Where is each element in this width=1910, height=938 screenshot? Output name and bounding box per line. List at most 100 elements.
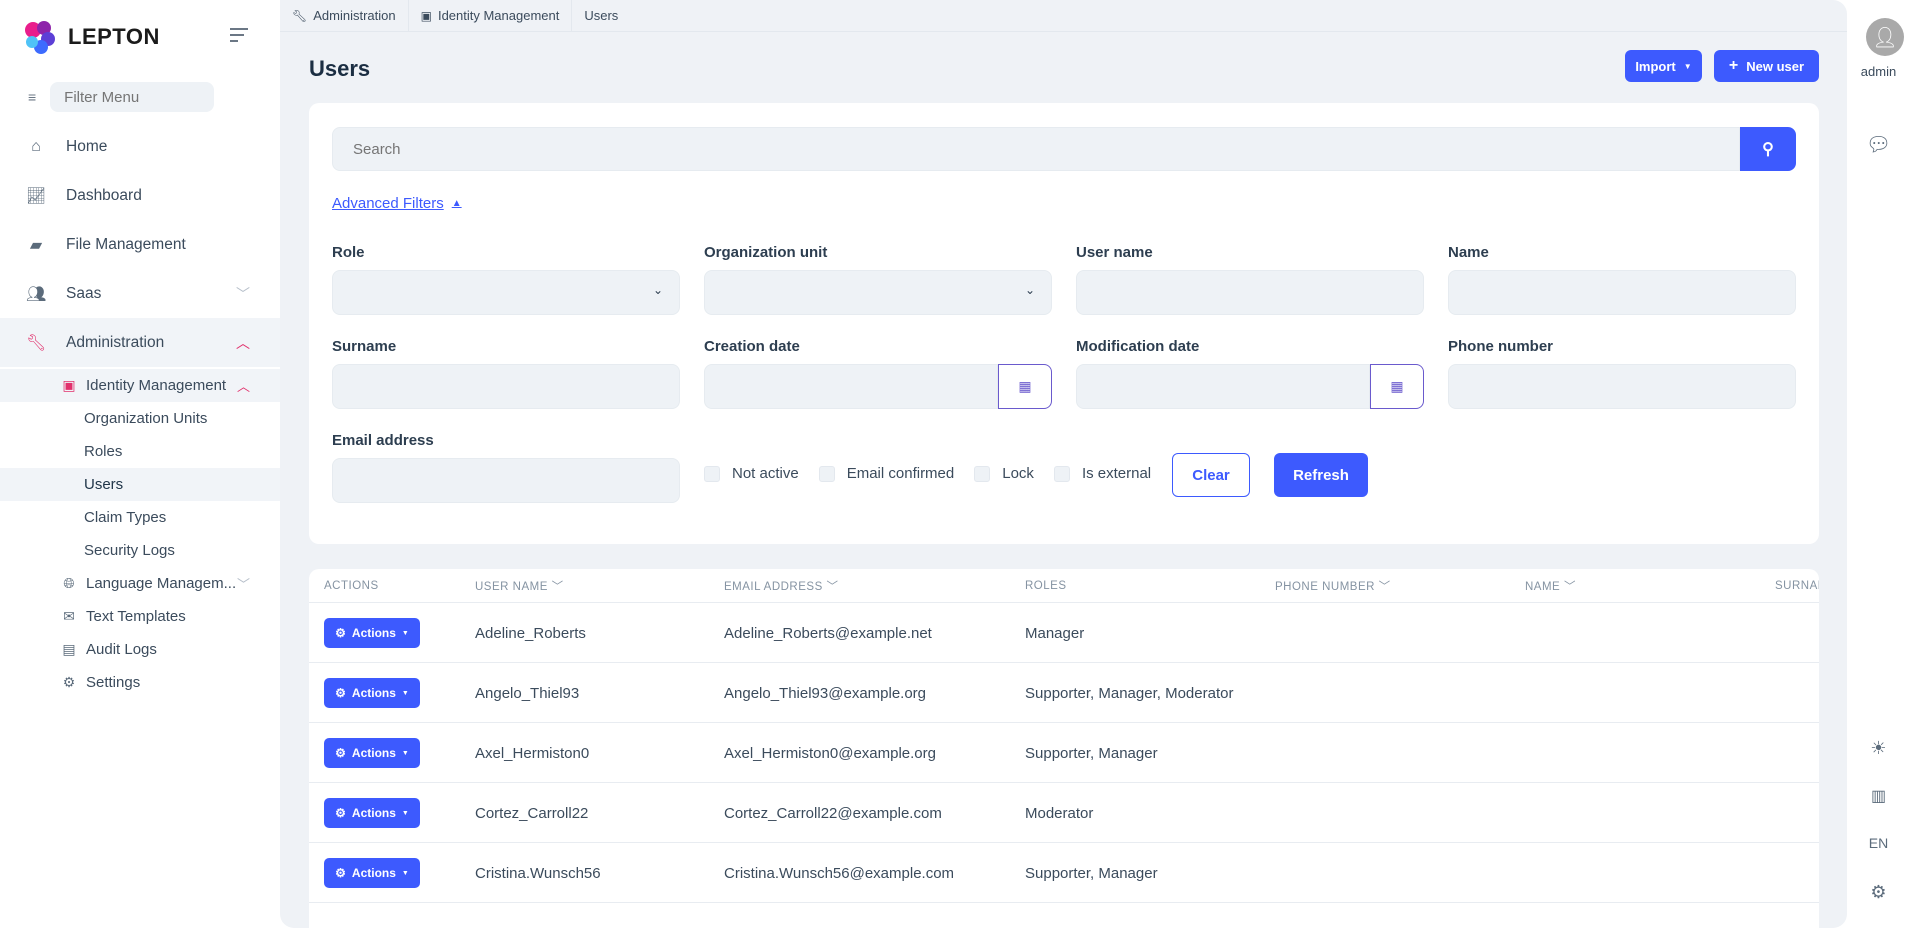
table-row: ⚙ Actions ▼ Adeline_Roberts Adeline_Roberts@… <box>309 603 1819 663</box>
cell-email: Axel_Hermiston0@example.org <box>724 744 936 762</box>
email-confirmed-checkbox[interactable]: Email confirmed <box>818 465 954 482</box>
chevron-up-icon: ︿ <box>236 334 250 351</box>
table-row: ⚙ Actions ▼ Cortez_Carroll22 Cortez_Carroll2… <box>309 783 1819 843</box>
page-title: Users <box>309 56 371 81</box>
col-phone[interactable]: PHONE NUMBER ﹀ <box>1275 578 1391 594</box>
search-input[interactable] <box>332 127 1740 171</box>
sidebar-item-language-management[interactable]: 🌐︎ Language Managem... ﹀ <box>0 567 280 600</box>
file-icon: ▤ <box>62 641 76 657</box>
sidebar-item-roles[interactable]: Roles <box>0 435 280 468</box>
users-table: ACTIONS USER NAME ﹀ EMAIL ADDRESS ﹀ ROLE… <box>309 569 1819 928</box>
cell-roles: Manager <box>1025 624 1085 642</box>
table-row: ⚙ Actions ▼ Angelo_Thiel93 Angelo_Thiel93@ex… <box>309 663 1819 723</box>
new-user-button[interactable]: + New user <box>1714 50 1819 82</box>
sidebar-item-text-templates[interactable]: ✉ Text Templates <box>0 600 280 633</box>
wrench-icon: 🔧︎ <box>26 334 47 352</box>
modification-date-input[interactable] <box>1076 364 1370 409</box>
email-input[interactable] <box>332 458 680 503</box>
sun-icon[interactable]: ☀ <box>1847 738 1910 759</box>
sidebar-item-administration[interactable]: 🔧︎ Administration ︿ <box>0 318 280 367</box>
id-card-icon: ▣ <box>420 8 432 23</box>
sort-icon: ﹀ <box>1378 580 1391 593</box>
surname-input[interactable] <box>332 364 680 409</box>
gear-icon: ⚙ <box>335 806 346 820</box>
actions-button[interactable]: ⚙ Actions ▼ <box>324 798 420 828</box>
not-active-checkbox[interactable]: Not active <box>704 465 799 482</box>
organization-unit-select[interactable]: ⌄ <box>704 270 1052 315</box>
breadcrumb-administration[interactable]: 🔧︎ Administration <box>280 0 409 32</box>
sidebar-item-users[interactable]: Users <box>0 468 280 501</box>
chart-icon: 📈︎ <box>26 187 47 205</box>
collapse-menu-icon[interactable] <box>230 28 248 46</box>
col-actions: ACTIONS <box>324 579 379 592</box>
role-select[interactable]: ⌄ <box>332 270 680 315</box>
sidebar-item-home[interactable]: ⌂ Home <box>0 122 280 171</box>
logo[interactable]: LEPTON <box>24 20 160 54</box>
caret-down-icon: ▼ <box>1683 61 1692 71</box>
sidebar-item-security-logs[interactable]: Security Logs <box>0 534 280 567</box>
caret-down-icon: ▼ <box>401 749 409 757</box>
phone-number-field: Phone number <box>1448 338 1796 409</box>
filter-menu-input[interactable] <box>50 82 215 112</box>
sidebar-item-audit-logs[interactable]: ▤ Audit Logs <box>0 633 280 666</box>
language-selector[interactable]: EN <box>1847 835 1910 851</box>
search-button[interactable]: ⚲ <box>1740 127 1796 171</box>
col-username[interactable]: USER NAME ﹀ <box>475 578 564 594</box>
cell-email: Cortez_Carroll22@example.com <box>724 804 942 822</box>
actions-button[interactable]: ⚙ Actions ▼ <box>324 678 420 708</box>
plus-icon: + <box>1728 57 1739 74</box>
sidebar: LEPTON ≡ ⌂Home 📈︎Dashboard ▰File Managem… <box>0 0 280 938</box>
cell-roles: Moderator <box>1025 804 1094 822</box>
wrench-icon: 🔧︎ <box>292 8 308 23</box>
folder-open-icon: ▰ <box>29 236 43 254</box>
sidebar-item-settings[interactable]: ⚙ Settings <box>0 666 280 699</box>
col-name[interactable]: NAME ﹀ <box>1525 578 1576 594</box>
search-icon: ⚲ <box>1762 141 1774 158</box>
breadcrumb-identity-management[interactable]: ▣ Identity Management <box>409 0 573 32</box>
creation-date-field: Creation date ▦ <box>704 338 1052 409</box>
columns-icon[interactable]: ▥ <box>1847 786 1910 806</box>
gear-icon: ⚙ <box>335 686 346 700</box>
chat-icon[interactable]: 💬︎ <box>1847 132 1910 157</box>
sidebar-item-saas[interactable]: 👥︎ Saas ﹀ <box>0 269 280 318</box>
actions-button[interactable]: ⚙ Actions ▼ <box>324 858 420 888</box>
username-label: admin <box>1860 64 1897 79</box>
is-external-checkbox[interactable]: Is external <box>1053 465 1151 482</box>
sidebar-item-dashboard[interactable]: 📈︎ Dashboard <box>0 171 280 220</box>
calendar-icon: ▦ <box>1390 378 1404 394</box>
clear-button[interactable]: Clear <box>1172 453 1250 497</box>
calendar-button[interactable]: ▦ <box>1370 364 1424 409</box>
name-input[interactable] <box>1448 270 1796 315</box>
actions-button[interactable]: ⚙ Actions ▼ <box>324 738 420 768</box>
caret-down-icon: ▼ <box>401 689 409 697</box>
phone-number-input[interactable] <box>1448 364 1796 409</box>
table-header: ACTIONS USER NAME ﹀ EMAIL ADDRESS ﹀ ROLE… <box>309 569 1819 603</box>
settings-icon[interactable]: ⚙ <box>1847 882 1910 903</box>
calendar-button[interactable]: ▦ <box>998 364 1052 409</box>
lepton-logo-icon <box>25 21 55 54</box>
chevron-down-icon: ﹀ <box>236 285 250 302</box>
actions-button[interactable]: ⚙ Actions ▼ <box>324 618 420 648</box>
caret-down-icon: ▼ <box>401 809 409 817</box>
sort-icon: ﹀ <box>551 580 564 593</box>
nav-menu: ⌂ Home 📈︎ Dashboard ▰ File Management 👥︎ Saa… <box>0 122 280 699</box>
col-email[interactable]: EMAIL ADDRESS ﹀ <box>724 578 838 594</box>
app-name: LEPTON <box>68 24 160 49</box>
import-button[interactable]: Import ▼ <box>1625 50 1702 82</box>
envelope-open-icon: ✉ <box>63 608 75 624</box>
user-avatar[interactable]: 👤︎ <box>1866 18 1904 56</box>
sidebar-item-identity-management[interactable]: ▣ Identity Management ︿ <box>0 369 280 402</box>
lock-checkbox[interactable]: Lock <box>974 465 1034 482</box>
filter-icon: ≡ <box>28 89 37 105</box>
col-surname[interactable]: SURNAME <box>1775 580 1819 592</box>
refresh-button[interactable]: Refresh <box>1274 453 1368 497</box>
creation-date-input[interactable] <box>704 364 998 409</box>
sidebar-item-file-management[interactable]: ▰ File Management <box>0 220 280 269</box>
username-input[interactable] <box>1076 270 1424 315</box>
cell-email: Cristina.Wunsch56@example.com <box>724 864 955 882</box>
sidebar-item-organization-units[interactable]: Organization Units <box>0 402 280 435</box>
breadcrumb-users: Users <box>584 8 619 23</box>
sidebar-item-claim-types[interactable]: Claim Types <box>0 501 280 534</box>
advanced-filters-toggle[interactable]: Advanced Filters ▲ <box>332 195 462 212</box>
globe-icon: 🌐︎ <box>63 575 75 591</box>
